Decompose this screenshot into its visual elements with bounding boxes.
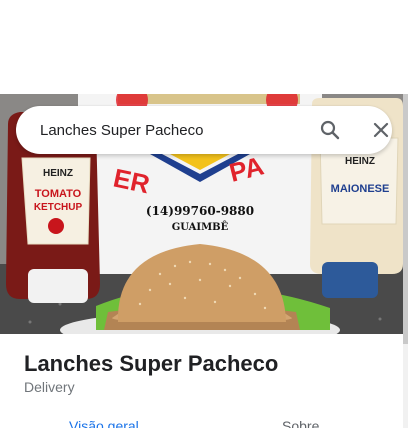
mayo-brand: HEINZ — [345, 156, 375, 167]
place-title: Lanches Super Pacheco — [24, 351, 279, 376]
place-tabs: Visão geral Sobre — [0, 412, 403, 428]
mayo-label: MAIONESE — [331, 183, 390, 195]
close-icon[interactable] — [369, 118, 393, 142]
sign-city: GUAIMBÊ — [172, 221, 229, 233]
search-input[interactable] — [40, 106, 300, 154]
ketchup-brand: HEINZ — [43, 168, 73, 179]
top-blank-area — [0, 0, 408, 94]
ketchup-label-line1: TOMATO — [35, 188, 82, 200]
scrollbar-thumb[interactable] — [403, 94, 408, 344]
ketchup-label-line2: KETCHUP — [34, 202, 83, 213]
search-icon[interactable] — [318, 118, 342, 142]
tab-overview[interactable]: Visão geral — [69, 418, 139, 428]
search-box[interactable] — [16, 106, 392, 154]
place-category[interactable]: Delivery — [24, 379, 75, 395]
scrollbar[interactable] — [403, 94, 408, 428]
sign-phone: (14)99760-9880 — [146, 204, 254, 218]
tab-about[interactable]: Sobre — [282, 418, 319, 428]
